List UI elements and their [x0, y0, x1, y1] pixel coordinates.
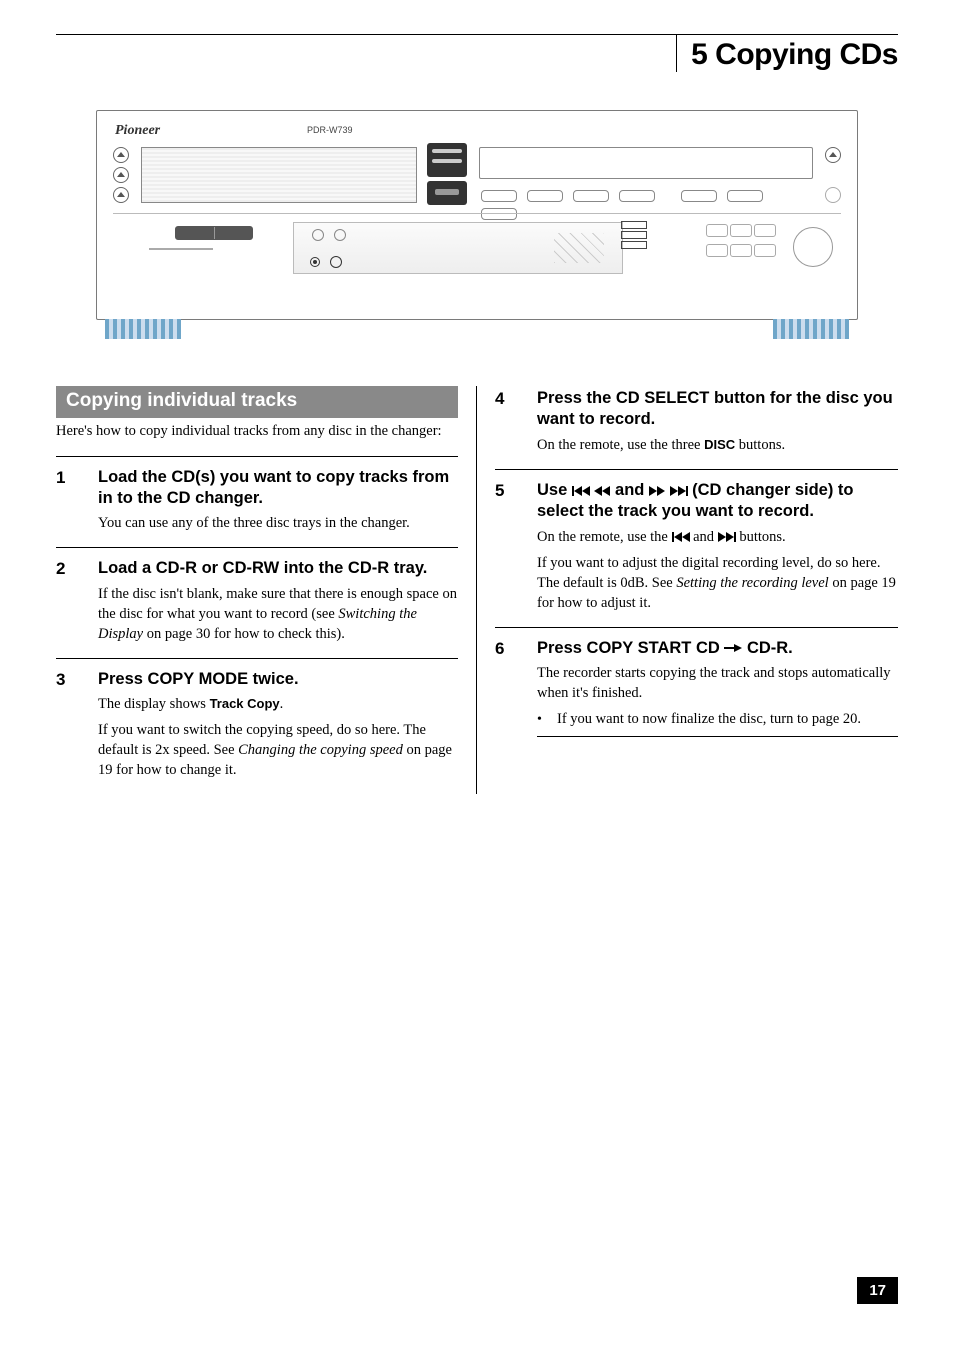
step: 5Use and (CD changer side) to select the…: [495, 469, 898, 627]
step-body: Load a CD-R or CD-RW into the CD-R tray.…: [98, 558, 458, 643]
step-text: You can use any of the three disc trays …: [98, 513, 458, 533]
step: 1Load the CD(s) you want to copy tracks …: [56, 456, 458, 548]
bullet-item: •If you want to now finalize the disc, t…: [537, 709, 898, 729]
small-button-icon: [727, 190, 763, 202]
control-panel-icon: [293, 222, 623, 274]
eject-icon: [113, 167, 129, 183]
step-title: Load a CD-R or CD-RW into the CD-R tray.: [98, 558, 458, 579]
step-text: The display shows Track Copy.: [98, 694, 458, 714]
small-button-icon: [754, 244, 776, 257]
hatching-icon: [554, 233, 604, 263]
pause-icon: [330, 256, 342, 268]
small-button-icon: [730, 244, 752, 257]
small-button-icon: [754, 224, 776, 237]
step-text: If the disc isn't blank, make sure that …: [98, 584, 458, 644]
header-box: 5 Copying CDs: [676, 34, 898, 72]
content-columns: Copying individual tracks Here's how to …: [56, 386, 898, 794]
step-number: 3: [56, 669, 98, 780]
step-text: On the remote, use the and buttons.: [537, 527, 898, 547]
step-body: Press COPY START CD CD-R. The recorder st…: [537, 638, 898, 737]
device-illustration: Pioneer PDR-W739: [96, 110, 858, 350]
step: 6Press COPY START CD CD-R. The recorder s…: [495, 627, 898, 751]
step-body: Press COPY MODE twice. The display shows …: [98, 669, 458, 780]
step-body: Press the CD SELECT button for the disc …: [537, 388, 898, 455]
step: 2Load a CD-R or CD-RW into the CD-R tray…: [56, 547, 458, 657]
step-number: 6: [495, 638, 537, 737]
device-frame: Pioneer PDR-W739: [96, 110, 858, 320]
disc-logo-icon: [621, 221, 647, 251]
step: 3Press COPY MODE twice. The display shows…: [56, 658, 458, 794]
foot-icon: [773, 319, 849, 339]
record-icon: [310, 257, 320, 267]
small-button-icon: [730, 224, 752, 237]
jog-dial-icon: [793, 227, 833, 267]
eject-icon: [113, 147, 129, 163]
step-title: Press COPY START CD CD-R.: [537, 638, 898, 659]
small-button-icon: [527, 190, 563, 202]
model-label: PDR-W739: [307, 125, 353, 135]
slot-icon: [427, 143, 467, 177]
page-number: 17: [857, 1277, 898, 1304]
small-button-icon: [706, 224, 728, 237]
display-panel-icon: [479, 147, 813, 179]
step-text: The recorder starts copying the track an…: [537, 663, 898, 703]
button-row: [481, 189, 813, 203]
step-number: 1: [56, 467, 98, 534]
disc-tray-icon: [141, 147, 417, 203]
circle-icon: [334, 229, 346, 241]
step-title: Load the CD(s) you want to copy tracks f…: [98, 467, 458, 510]
step-title: Press COPY MODE twice.: [98, 669, 458, 690]
slot-icon: [427, 181, 467, 205]
small-button-icon: [681, 190, 717, 202]
button-grid: [705, 223, 777, 263]
intro-text: Here's how to copy individual tracks fro…: [56, 422, 458, 442]
divider: [537, 736, 898, 737]
step-body: Load the CD(s) you want to copy tracks f…: [98, 467, 458, 534]
small-button-icon: [481, 190, 517, 202]
divider: [149, 248, 213, 250]
step-number: 4: [495, 388, 537, 455]
foot-icon: [105, 319, 181, 339]
left-column: Copying individual tracks Here's how to …: [56, 386, 477, 794]
step-text: If you want to switch the copying speed,…: [98, 720, 458, 780]
step-title: Use and (CD changer side) to select the …: [537, 480, 898, 523]
subsection-heading: Copying individual tracks: [56, 386, 458, 418]
step-text: If you want to adjust the digital record…: [537, 553, 898, 613]
step-number: 2: [56, 558, 98, 643]
button-icon: [825, 187, 841, 203]
circle-icon: [312, 229, 324, 241]
page: 5 Copying CDs Pioneer PDR-W739: [0, 0, 954, 1348]
small-button-icon: [706, 244, 728, 257]
step: 4Press the CD SELECT button for the disc…: [495, 386, 898, 469]
step-text: On the remote, use the three DISC button…: [537, 435, 898, 455]
section-title: 5 Copying CDs: [691, 34, 898, 72]
right-column: 4Press the CD SELECT button for the disc…: [477, 386, 898, 794]
eject-icon: [825, 147, 841, 163]
step-body: Use and (CD changer side) to select the …: [537, 480, 898, 613]
step-number: 5: [495, 480, 537, 613]
skip-buttons-icon: [175, 226, 253, 240]
brand-label: Pioneer: [115, 123, 160, 139]
small-button-icon: [573, 190, 609, 202]
eject-icon: [113, 187, 129, 203]
small-button-icon: [619, 190, 655, 202]
step-title: Press the CD SELECT button for the disc …: [537, 388, 898, 431]
